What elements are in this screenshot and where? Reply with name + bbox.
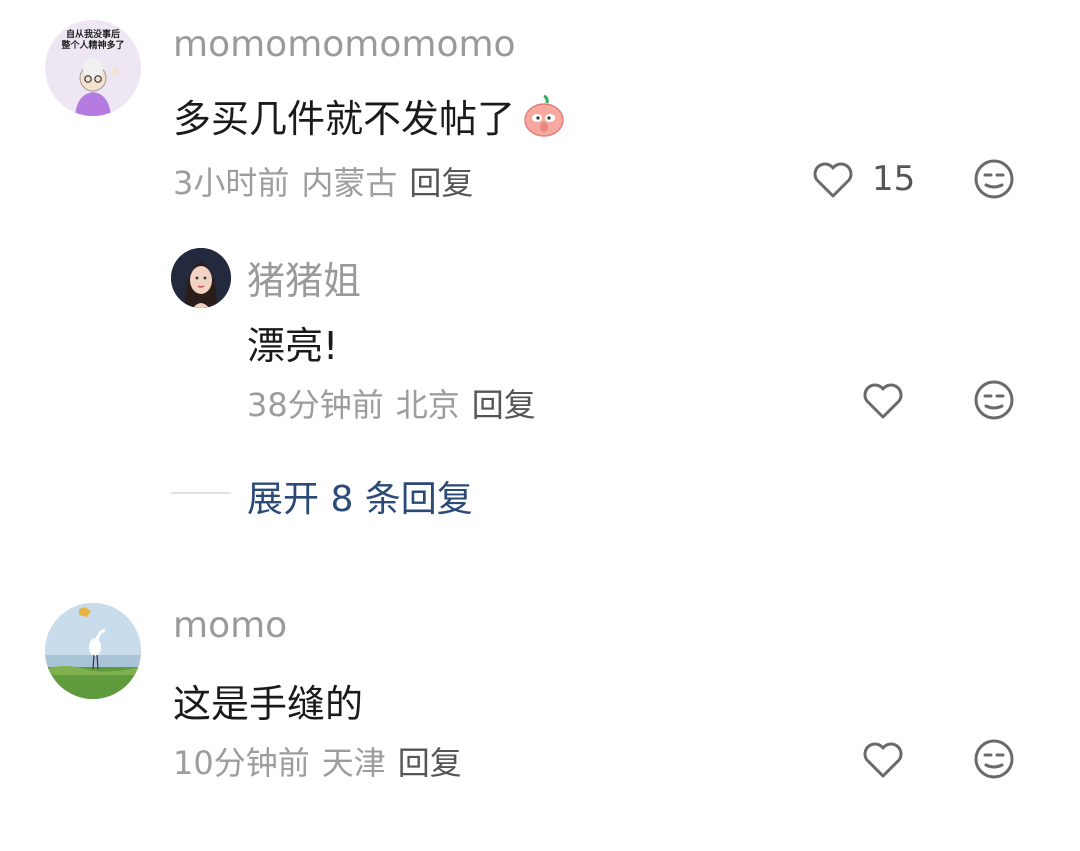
comment-body: 多买几件就不发帖了 xyxy=(173,88,567,143)
like-button[interactable] xyxy=(860,738,906,782)
reply-meta: 38分钟前 北京 回复 xyxy=(247,380,536,426)
comment-location: 天津 xyxy=(321,744,386,782)
reply-text: 漂亮! xyxy=(247,324,339,368)
dislike-button[interactable] xyxy=(972,737,1016,781)
shy-peach-emoji-icon xyxy=(524,94,564,137)
comment-time: 10分钟前 xyxy=(173,744,310,782)
comment-meta: 3小时前 内蒙古 回复 xyxy=(173,158,473,204)
like-count: 15 xyxy=(872,159,916,199)
reply-avatar[interactable] xyxy=(171,248,231,308)
comment-time: 3小时前 xyxy=(173,164,290,202)
comment-meta: 10分钟前 天津 回复 xyxy=(173,738,462,784)
avatar-caption: 自从我没事后 整个人精神多了 xyxy=(61,30,125,51)
expand-replies-button[interactable]: 展开 8 条回复 xyxy=(247,470,473,522)
reply-username[interactable]: 猪猪姐 xyxy=(247,250,361,305)
reply-button[interactable]: 回复 xyxy=(398,738,462,784)
avatar[interactable] xyxy=(45,603,141,699)
meh-face-icon xyxy=(974,159,1014,199)
portrait-image xyxy=(171,248,231,308)
like-button[interactable] xyxy=(860,379,906,423)
expand-divider xyxy=(171,492,231,494)
comment-text: 多买几件就不发帖了 xyxy=(173,97,516,141)
avatar[interactable]: 自从我没事后 整个人精神多了 xyxy=(45,20,141,116)
heart-icon xyxy=(863,383,903,419)
dislike-button[interactable] xyxy=(972,378,1016,422)
dislike-button[interactable] xyxy=(972,157,1016,201)
reply-button[interactable]: 回复 xyxy=(409,158,473,204)
reply-button[interactable]: 回复 xyxy=(472,380,536,426)
reply-time: 38分钟前 xyxy=(247,386,384,424)
like-button[interactable] xyxy=(810,158,856,202)
meh-face-icon xyxy=(974,380,1014,420)
grandma-illustration xyxy=(75,58,119,116)
egret-landscape-image xyxy=(45,603,141,699)
reply-location: 北京 xyxy=(395,386,460,424)
comment-text: 这是手缝的 xyxy=(173,682,364,726)
heart-icon xyxy=(863,742,903,778)
comment-username[interactable]: momomomomomo xyxy=(173,24,516,65)
comment-username[interactable]: momo xyxy=(173,605,287,646)
heart-icon xyxy=(813,162,853,198)
meh-face-icon xyxy=(974,739,1014,779)
comment-location: 内蒙古 xyxy=(301,164,398,202)
